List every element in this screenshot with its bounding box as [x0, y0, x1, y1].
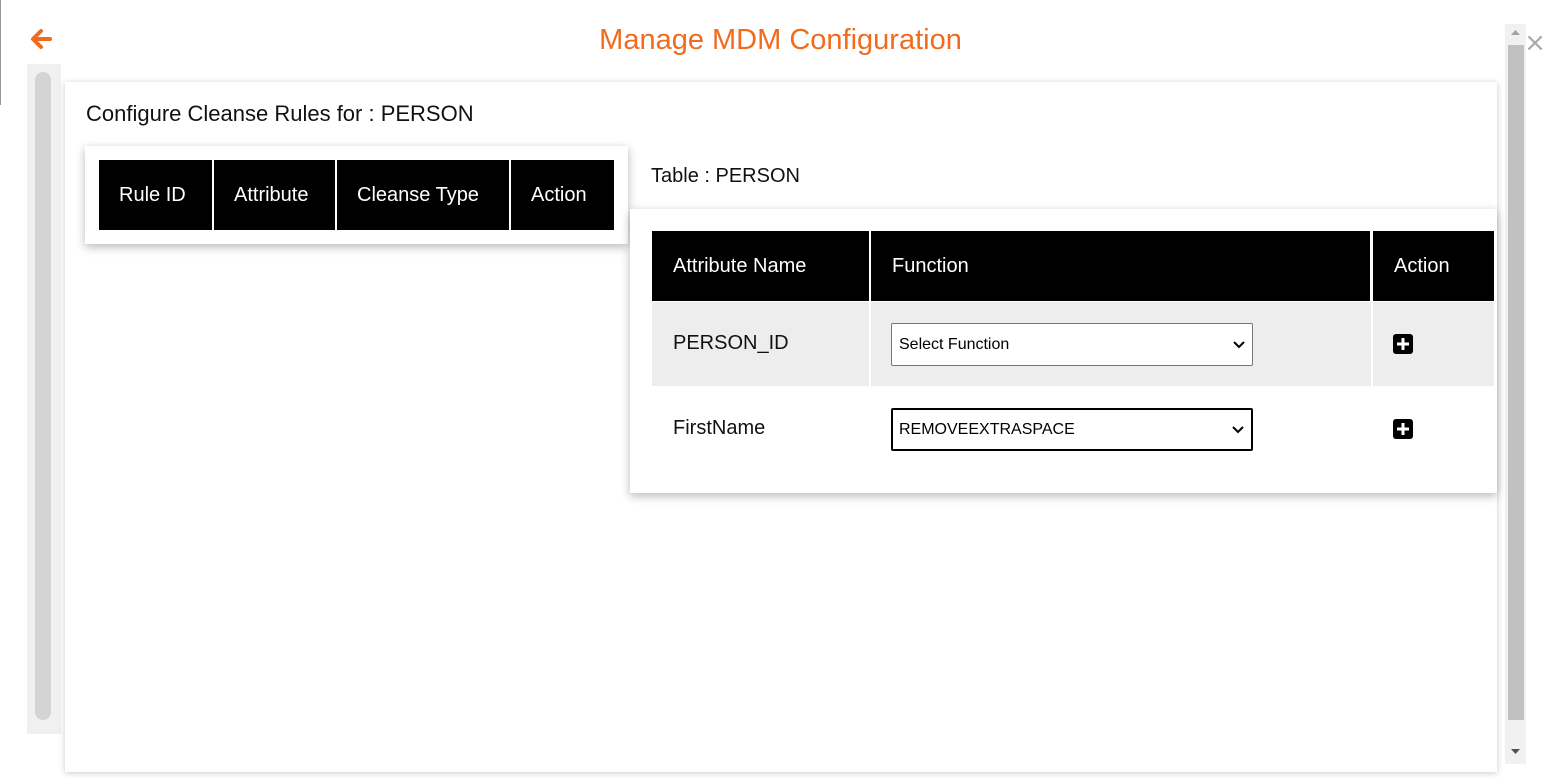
column-header-cleanse-type: Cleanse Type — [337, 160, 509, 230]
attribute-name-cell: FirstName — [673, 417, 766, 439]
column-header-label: Action — [1394, 254, 1450, 277]
column-header-attribute-name: Attribute Name — [652, 231, 869, 301]
column-header-function: Function — [871, 231, 1370, 301]
plus-square-icon — [1393, 419, 1413, 439]
chevron-down-icon — [1232, 425, 1244, 433]
scrollbar-thumb[interactable] — [1508, 45, 1524, 720]
plus-square-icon — [1393, 334, 1413, 354]
page: Manage MDM Configuration × Configure Cle… — [0, 0, 1561, 779]
cell-divider — [1371, 302, 1373, 386]
cell-divider — [869, 302, 871, 386]
close-icon[interactable]: × — [1524, 29, 1546, 57]
column-header-label: Cleanse Type — [357, 183, 479, 206]
card-title: Configure Cleanse Rules for : PERSON — [86, 101, 474, 126]
page-title: Manage MDM Configuration — [599, 24, 962, 56]
add-rule-button[interactable] — [1393, 334, 1413, 354]
column-header-attribute: Attribute — [214, 160, 335, 230]
inner-scroll-thumb[interactable] — [35, 72, 51, 720]
scroll-down-arrow-icon[interactable] — [1505, 742, 1526, 762]
attribute-name-cell: PERSON_ID — [673, 332, 789, 354]
scroll-up-arrow-icon[interactable] — [1505, 24, 1526, 42]
function-select[interactable]: REMOVEEXTRASPACE — [891, 408, 1253, 451]
function-select-value: Select Function — [899, 335, 1010, 353]
add-rule-button[interactable] — [1393, 419, 1413, 439]
column-header-label: Rule ID — [119, 183, 186, 206]
chevron-down-icon — [1233, 340, 1245, 348]
column-header-label: Action — [531, 183, 587, 206]
column-header-action: Action — [511, 160, 614, 230]
function-select-value: REMOVEEXTRASPACE — [899, 420, 1075, 438]
column-header-action: Action — [1373, 231, 1494, 301]
column-header-label: Attribute Name — [673, 254, 807, 277]
column-header-label: Attribute — [234, 183, 309, 206]
table-caption: Table : PERSON — [651, 165, 800, 187]
function-select[interactable]: Select Function — [891, 323, 1253, 366]
column-header-label: Function — [892, 254, 969, 277]
column-header-rule-id: Rule ID — [99, 160, 212, 230]
